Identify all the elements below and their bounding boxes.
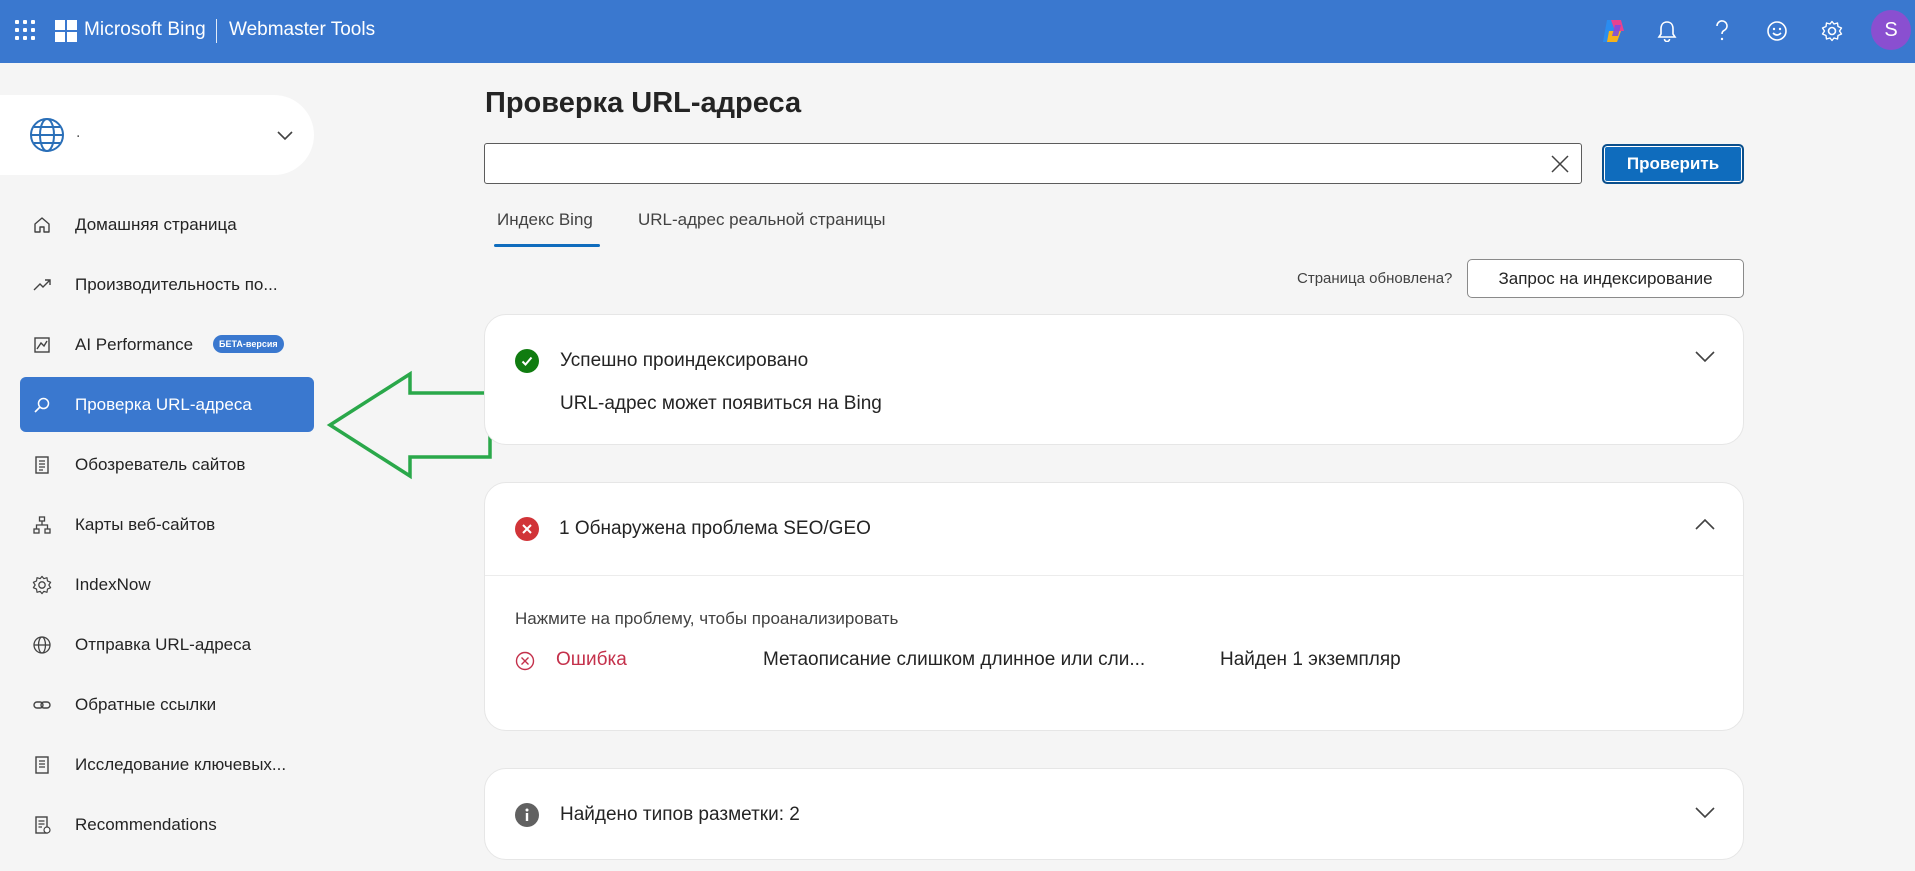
product-name[interactable]: Webmaster Tools bbox=[229, 19, 375, 41]
sidebar-item-site-explorer[interactable]: Обозреватель сайтов bbox=[20, 437, 314, 492]
site-picker[interactable]: . bbox=[0, 95, 314, 175]
page-updated-question: Страница обновлена? bbox=[1297, 270, 1453, 287]
indexed-status-card[interactable]: Успешно проиндексировано URL-адрес может… bbox=[484, 314, 1744, 445]
error-icon bbox=[515, 517, 539, 541]
markup-types-card[interactable]: Найдено типов разметки: 2 bbox=[484, 768, 1744, 860]
seo-issues-card: 1 Обнаружена проблема SEO/GEO Нажмите на… bbox=[484, 482, 1744, 731]
microsoft-logo bbox=[55, 20, 77, 42]
brand-name[interactable]: Microsoft Bing bbox=[84, 19, 206, 41]
beta-badge: БЕТА-версия bbox=[213, 335, 284, 353]
issue-row[interactable]: Ошибка Метаописание слишком длинное или … bbox=[485, 643, 1743, 679]
sidebar-item-label: Обратные ссылки bbox=[75, 694, 217, 714]
checklist-icon bbox=[35, 816, 51, 834]
clear-input-icon[interactable] bbox=[1550, 154, 1570, 174]
chart-icon bbox=[34, 337, 50, 353]
gear-icon[interactable] bbox=[1817, 16, 1847, 46]
sidebar-item-search-performance[interactable]: Производительность по... bbox=[20, 257, 314, 312]
sidebar-item-url-inspection[interactable]: Проверка URL-адреса bbox=[20, 377, 314, 432]
sidebar-item-label: Домашняя страница bbox=[75, 214, 237, 234]
globe-icon bbox=[30, 118, 64, 152]
indexed-title: Успешно проиндексировано bbox=[560, 350, 809, 371]
sidebar-item-label: Исследование ключевых... bbox=[75, 754, 287, 774]
user-avatar[interactable]: S bbox=[1871, 10, 1911, 50]
gear-icon bbox=[32, 575, 52, 595]
sidebar-item-label: Обозреватель сайтов bbox=[75, 454, 246, 474]
request-indexing-button[interactable]: Запрос на индексирование bbox=[1467, 259, 1744, 298]
brand-divider bbox=[216, 19, 217, 43]
issue-count: Найден 1 экземпляр bbox=[1220, 649, 1401, 670]
top-bar: Microsoft Bing Webmaster Tools S bbox=[0, 0, 1915, 63]
sidebar-item-recommendations[interactable]: Recommendations bbox=[20, 797, 314, 852]
globe-icon bbox=[33, 636, 51, 654]
notebook-icon bbox=[35, 756, 49, 774]
sidebar-item-url-submission[interactable]: Отправка URL-адреса bbox=[20, 617, 314, 672]
chevron-down-icon[interactable] bbox=[1694, 345, 1716, 367]
sidebar-item-label: Производительность по... bbox=[75, 274, 278, 294]
url-input[interactable] bbox=[485, 144, 1535, 183]
trend-icon bbox=[33, 279, 51, 291]
search-icon bbox=[34, 397, 50, 413]
chevron-up-icon[interactable] bbox=[1694, 514, 1716, 536]
sidebar-item-keyword-research[interactable]: Исследование ключевых... bbox=[20, 737, 314, 792]
indexed-subtitle: URL-адрес может появиться на Bing bbox=[560, 393, 882, 414]
sidebar-item-backlinks[interactable]: Обратные ссылки bbox=[20, 677, 314, 732]
seo-issues-title: 1 Обнаружена проблема SEO/GEO bbox=[559, 518, 871, 539]
issue-severity: Ошибка bbox=[556, 649, 627, 670]
sidebar-item-indexnow[interactable]: IndexNow bbox=[20, 557, 314, 612]
sidebar-item-label: IndexNow bbox=[75, 574, 151, 594]
info-icon bbox=[515, 803, 539, 827]
tab-live-url[interactable]: URL-адрес реальной страницы bbox=[638, 210, 885, 230]
sidebar-item-label: AI Performance bbox=[75, 334, 194, 354]
active-tab-indicator bbox=[494, 244, 600, 247]
annotation-arrow bbox=[326, 370, 492, 480]
sidebar-item-label: Recommendations bbox=[75, 814, 217, 834]
sidebar-item-label: Карты веб-сайтов bbox=[75, 514, 216, 534]
issue-description: Метаописание слишком длинное или сли... bbox=[763, 649, 1146, 670]
sidebar-item-label: Отправка URL-адреса bbox=[75, 634, 252, 654]
feedback-smiley-icon[interactable] bbox=[1762, 16, 1792, 46]
check-url-button[interactable]: Проверить bbox=[1602, 144, 1744, 184]
link-icon bbox=[33, 701, 51, 709]
sidebar-item-ai-performance[interactable]: AI Performance БЕТА-версия bbox=[20, 317, 314, 372]
sidebar-item-home[interactable]: Домашняя страница bbox=[20, 197, 314, 252]
home-icon bbox=[34, 217, 50, 233]
apps-waffle-icon[interactable] bbox=[15, 20, 35, 40]
help-icon[interactable] bbox=[1707, 16, 1737, 46]
chevron-down-icon bbox=[277, 131, 293, 141]
bell-icon[interactable] bbox=[1652, 16, 1682, 46]
copilot-icon[interactable] bbox=[1598, 16, 1628, 46]
sitemap-icon bbox=[33, 516, 51, 534]
success-check-icon bbox=[515, 349, 539, 373]
sidebar-nav: Домашняя страница Производительность по.… bbox=[20, 197, 314, 857]
sidebar-item-sitemaps[interactable]: Карты веб-сайтов bbox=[20, 497, 314, 552]
error-circle-icon bbox=[515, 651, 535, 671]
page-title: Проверка URL-адреса bbox=[485, 87, 802, 119]
tab-bing-index[interactable]: Индекс Bing bbox=[497, 210, 593, 230]
issue-hint: Нажмите на проблему, чтобы проанализиров… bbox=[515, 609, 899, 628]
document-list-icon bbox=[35, 456, 49, 474]
site-name: . bbox=[76, 124, 81, 141]
card-divider bbox=[485, 575, 1743, 576]
sidebar-item-label: Проверка URL-адреса bbox=[75, 394, 252, 414]
chevron-down-icon[interactable] bbox=[1694, 801, 1716, 823]
markup-title: Найдено типов разметки: 2 bbox=[560, 804, 800, 825]
url-input-wrapper bbox=[484, 143, 1582, 184]
